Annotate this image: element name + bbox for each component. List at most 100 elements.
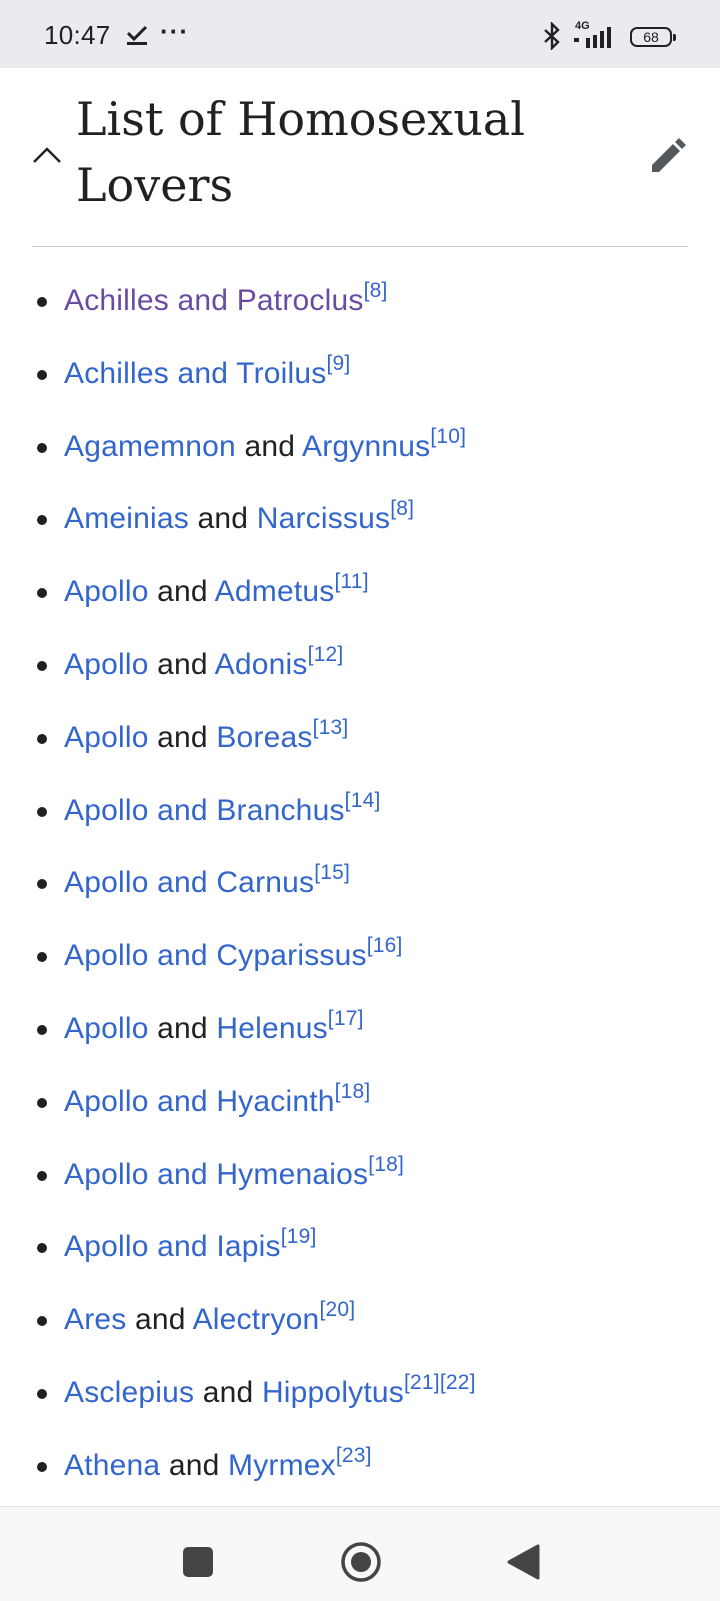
list-item: Apollo and Adonis[12] <box>0 628 720 701</box>
battery-icon: 68 <box>630 27 676 47</box>
list-item: Ares and Alectryon[20] <box>0 1283 720 1356</box>
connector-text: and <box>235 429 302 463</box>
article-link[interactable]: Apollo <box>64 721 149 754</box>
citation-ref[interactable]: [11] <box>334 570 368 593</box>
article-link[interactable]: Narcissus <box>257 502 391 535</box>
article-link[interactable]: Admetus <box>215 575 335 608</box>
list-item: Achilles and Troilus[9] <box>0 337 720 410</box>
bullet-icon <box>37 879 47 890</box>
signal-icon <box>574 27 611 48</box>
status-bar: 10:47 ··· 4G 68 <box>0 0 720 68</box>
bluetooth-icon <box>544 22 560 50</box>
connector-text: and <box>160 1448 229 1482</box>
article-link[interactable]: Ares <box>64 1303 127 1336</box>
citation-ref[interactable]: [21][22] <box>404 1371 476 1394</box>
article-link[interactable]: Apollo and Cyparissus <box>64 939 367 972</box>
citation-ref[interactable]: [15] <box>314 861 350 884</box>
article-link[interactable]: Argynnus <box>302 430 430 463</box>
home-circle-icon[interactable] <box>340 1541 382 1583</box>
bullet-icon <box>37 660 47 671</box>
bullet-icon <box>37 1170 47 1181</box>
list-item: Asclepius and Hippolytus[21][22] <box>0 1356 720 1429</box>
citation-ref[interactable]: [8] <box>390 497 414 520</box>
article-link[interactable]: Apollo and Branchus <box>64 794 345 827</box>
connector-text: and <box>126 1303 193 1337</box>
article-link[interactable]: Athena <box>64 1449 160 1482</box>
article-link[interactable]: Achilles and Patroclus <box>64 284 364 317</box>
list-item-text: Apollo and Boreas[13] <box>64 716 349 758</box>
list-item: Apollo and Hymenaios[18] <box>0 1138 720 1211</box>
list-item: Apollo and Carnus[15] <box>0 846 720 919</box>
article-link[interactable]: Apollo <box>64 648 149 681</box>
citation-ref[interactable]: [8] <box>364 279 388 302</box>
more-dots-icon: ··· <box>160 16 189 46</box>
pencil-icon[interactable] <box>648 136 688 176</box>
citation-ref[interactable]: [20] <box>319 1298 355 1321</box>
article-link[interactable]: Achilles and Troilus <box>64 357 326 390</box>
list-item: Ameinias and Narcissus[8] <box>0 482 720 555</box>
article-link[interactable]: Apollo <box>64 575 149 608</box>
list-item-text: Asclepius and Hippolytus[21][22] <box>64 1371 476 1413</box>
article-link[interactable]: Agamemnon <box>64 430 236 463</box>
article-link[interactable]: Myrmex <box>228 1449 336 1482</box>
article-link[interactable]: Adonis <box>215 648 308 681</box>
bullet-icon <box>37 1024 47 1035</box>
citation-ref[interactable]: [18] <box>368 1153 404 1176</box>
connector-text: and <box>148 1011 217 1045</box>
list-item: Athena and Myrmex[23] <box>0 1429 720 1502</box>
recents-square-icon[interactable] <box>183 1547 213 1577</box>
article-link[interactable]: Apollo and Hymenaios <box>64 1158 368 1191</box>
bullet-icon <box>37 1097 47 1108</box>
bullet-icon <box>37 442 47 453</box>
chevron-up-icon[interactable] <box>30 138 64 172</box>
citation-ref[interactable]: [12] <box>308 643 344 666</box>
status-time: 10:47 <box>44 20 111 50</box>
article-link[interactable]: Apollo <box>64 1012 149 1045</box>
lovers-list: Achilles and Patroclus[8] Achilles and Tr… <box>0 264 720 1502</box>
list-item-text: Apollo and Carnus[15] <box>64 861 350 903</box>
article-link[interactable]: Boreas <box>216 721 312 754</box>
list-item-text: Ares and Alectryon[20] <box>64 1298 355 1340</box>
list-item-text: Apollo and Iapis[19] <box>64 1225 317 1267</box>
check-icon <box>126 25 148 45</box>
back-triangle-icon[interactable] <box>506 1543 540 1581</box>
navigation-bar <box>0 1506 720 1601</box>
list-item-text: Apollo and Adonis[12] <box>64 643 344 685</box>
bullet-icon <box>37 588 47 599</box>
connector-text: and <box>148 720 217 754</box>
article-link[interactable]: Hippolytus <box>262 1376 404 1409</box>
list-item-text: Apollo and Hyacinth[18] <box>64 1080 371 1122</box>
article-link[interactable]: Apollo and Iapis <box>64 1230 281 1263</box>
article-link[interactable]: Apollo and Hyacinth <box>64 1085 335 1118</box>
citation-ref[interactable]: [14] <box>345 789 381 812</box>
bullet-icon <box>37 806 47 817</box>
list-item-text: Apollo and Branchus[14] <box>64 789 381 831</box>
citation-ref[interactable]: [17] <box>328 1007 364 1030</box>
citation-ref[interactable]: [13] <box>313 716 349 739</box>
list-item-text: Apollo and Admetus[11] <box>64 570 369 612</box>
connector-text: and <box>148 575 215 609</box>
article-link[interactable]: Alectryon <box>193 1303 320 1336</box>
list-item: Apollo and Cyparissus[16] <box>0 919 720 992</box>
bullet-icon <box>37 297 47 307</box>
connector-text: and <box>188 502 257 536</box>
list-item-text: Achilles and Troilus[9] <box>64 352 350 394</box>
bullet-icon <box>37 1461 47 1472</box>
citation-ref[interactable]: [23] <box>336 1444 372 1467</box>
list-item: Agamemnon and Argynnus[10] <box>0 410 720 483</box>
article-link[interactable]: Ameinias <box>64 502 189 535</box>
citation-ref[interactable]: [19] <box>281 1225 317 1248</box>
citation-ref[interactable]: [16] <box>367 934 403 957</box>
article-link[interactable]: Apollo and Carnus <box>64 866 314 899</box>
article-link[interactable]: Asclepius <box>64 1376 194 1409</box>
citation-ref[interactable]: [10] <box>430 425 466 448</box>
citation-ref[interactable]: [18] <box>335 1080 371 1103</box>
bullet-icon <box>37 733 47 744</box>
citation-ref[interactable]: [9] <box>326 352 350 375</box>
list-item: Apollo and Boreas[13] <box>0 701 720 774</box>
connector-text: and <box>194 1375 262 1409</box>
bullet-icon <box>37 369 47 380</box>
list-item: Apollo and Hyacinth[18] <box>0 1065 720 1138</box>
article-link[interactable]: Helenus <box>216 1012 327 1045</box>
connector-text: and <box>148 647 215 681</box>
